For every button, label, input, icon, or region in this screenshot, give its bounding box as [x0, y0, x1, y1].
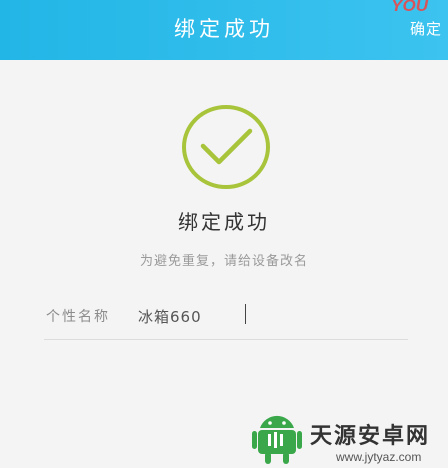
status-title: 绑定成功 — [178, 210, 270, 234]
name-field-row: 个性名称 — [44, 298, 408, 340]
page-title: 绑定成功 — [174, 17, 274, 41]
device-name-input[interactable] — [138, 302, 398, 330]
android-logo-icon — [252, 415, 302, 464]
app-header: YOU 绑定成功 确定 — [0, 0, 448, 60]
brand-url: www.jytyaz.com — [336, 450, 422, 464]
brand-watermark: 天源安卓网 www.jytyaz.com — [246, 410, 448, 468]
name-label: 个性名称 — [46, 309, 110, 325]
status-hint: 为避免重复，请给设备改名 — [139, 254, 308, 269]
brand-name: 天源安卓网 — [310, 424, 431, 449]
check-circle-icon — [182, 105, 270, 189]
confirm-button[interactable]: 确定 — [410, 12, 442, 46]
text-caret — [245, 304, 246, 324]
